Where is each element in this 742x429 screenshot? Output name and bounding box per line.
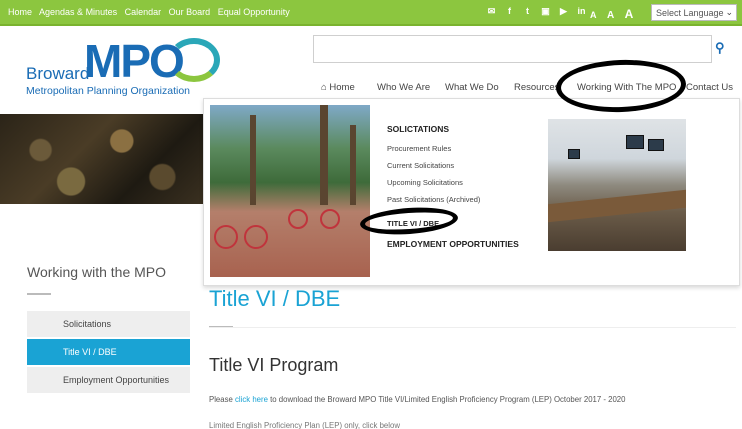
para-prefix: Please — [209, 395, 236, 404]
text-size-large[interactable]: A — [625, 7, 634, 21]
nav-who-we-are[interactable]: Who We Are — [377, 82, 430, 96]
top-link-equal-opportunity[interactable]: Equal Opportunity — [218, 7, 290, 17]
text-size-small[interactable]: A — [590, 10, 597, 20]
lep-paragraph: Limited English Proficiency Plan (LEP) o… — [209, 421, 400, 429]
top-link-home[interactable]: Home — [8, 7, 32, 17]
top-links: Home Agendas & Minutes Calendar Our Boar… — [8, 7, 295, 17]
sidebar-divider — [27, 293, 51, 295]
menu-heading-solicitations[interactable]: SOLICTATIONS — [387, 124, 449, 134]
page-title: Title VI / DBE — [209, 286, 341, 311]
nav-working-with-mpo[interactable]: Working With The MPO — [577, 82, 676, 96]
content-divider — [209, 327, 736, 328]
menu-link-procurement[interactable]: Procurement Rules — [387, 144, 451, 153]
text-size-medium[interactable]: A — [607, 10, 614, 21]
download-paragraph: Please click here to download the Browar… — [209, 395, 625, 404]
meeting-room-photo — [548, 119, 686, 251]
sidebar-item-title-vi[interactable]: Title VI / DBE — [27, 339, 190, 365]
logo-tagline: Metropolitan Planning Organization — [26, 85, 191, 97]
para-suffix: to download the Broward MPO Title VI/Lim… — [267, 395, 626, 404]
hero-foliage-image — [0, 114, 203, 204]
top-link-calendar[interactable]: Calendar — [125, 7, 162, 17]
menu-link-title-vi[interactable]: TITLE VI / DBE — [387, 219, 439, 228]
search-input[interactable] — [313, 35, 712, 63]
nav-home[interactable]: ⌂ Home — [321, 82, 355, 96]
nav-contact-us[interactable]: Contact Us — [686, 82, 733, 96]
logo-broward-text: Broward — [26, 64, 90, 83]
linkedin-icon[interactable]: in — [576, 6, 587, 17]
menu-link-past[interactable]: Past Solicitations (Archived) — [387, 195, 480, 204]
top-link-board[interactable]: Our Board — [169, 7, 211, 17]
facebook-icon[interactable]: f — [504, 6, 515, 17]
working-with-mpo-dropdown: SOLICTATIONS Procurement Rules Current S… — [203, 98, 740, 286]
menu-heading-employment[interactable]: EMPLOYMENT OPPORTUNITIES — [387, 239, 519, 249]
social-icons: ✉ f t ▣ ▶ in — [486, 6, 587, 17]
cyclists-photo — [210, 105, 370, 277]
home-icon: ⌂ — [321, 82, 327, 93]
language-select-value: Select Language — [656, 8, 724, 18]
menu-link-current[interactable]: Current Solicitations — [387, 161, 454, 170]
chevron-down-icon: ⌄ — [725, 7, 733, 17]
twitter-icon[interactable]: t — [522, 6, 533, 17]
mail-icon[interactable]: ✉ — [486, 6, 497, 17]
download-link[interactable]: click here — [235, 395, 268, 404]
nav-home-label: Home — [329, 82, 355, 93]
top-utility-bar: Home Agendas & Minutes Calendar Our Boar… — [0, 0, 742, 26]
flickr-icon[interactable]: ▣ — [540, 6, 551, 17]
sidebar-item-employment[interactable]: Employment Opportunities — [27, 367, 190, 393]
language-select[interactable]: Select Language ⌄ — [651, 4, 737, 21]
top-link-agendas[interactable]: Agendas & Minutes — [39, 7, 117, 17]
sidebar-title: Working with the MPO — [27, 264, 167, 280]
search-icon[interactable]: ⚲ — [715, 40, 731, 56]
section-heading: Title VI Program — [209, 355, 339, 375]
sidebar-item-solicitations[interactable]: Solicitations — [27, 311, 190, 337]
menu-link-upcoming[interactable]: Upcoming Solicitations — [387, 178, 463, 187]
youtube-icon[interactable]: ▶ — [558, 6, 569, 17]
broward-mpo-logo[interactable]: Broward MPO Metropolitan Planning Organi… — [26, 34, 226, 97]
nav-resources[interactable]: Resources — [514, 82, 559, 96]
text-size-controls: A A A — [590, 5, 639, 23]
nav-what-we-do[interactable]: What We Do — [445, 82, 499, 96]
logo-swoosh-icon — [168, 38, 220, 82]
